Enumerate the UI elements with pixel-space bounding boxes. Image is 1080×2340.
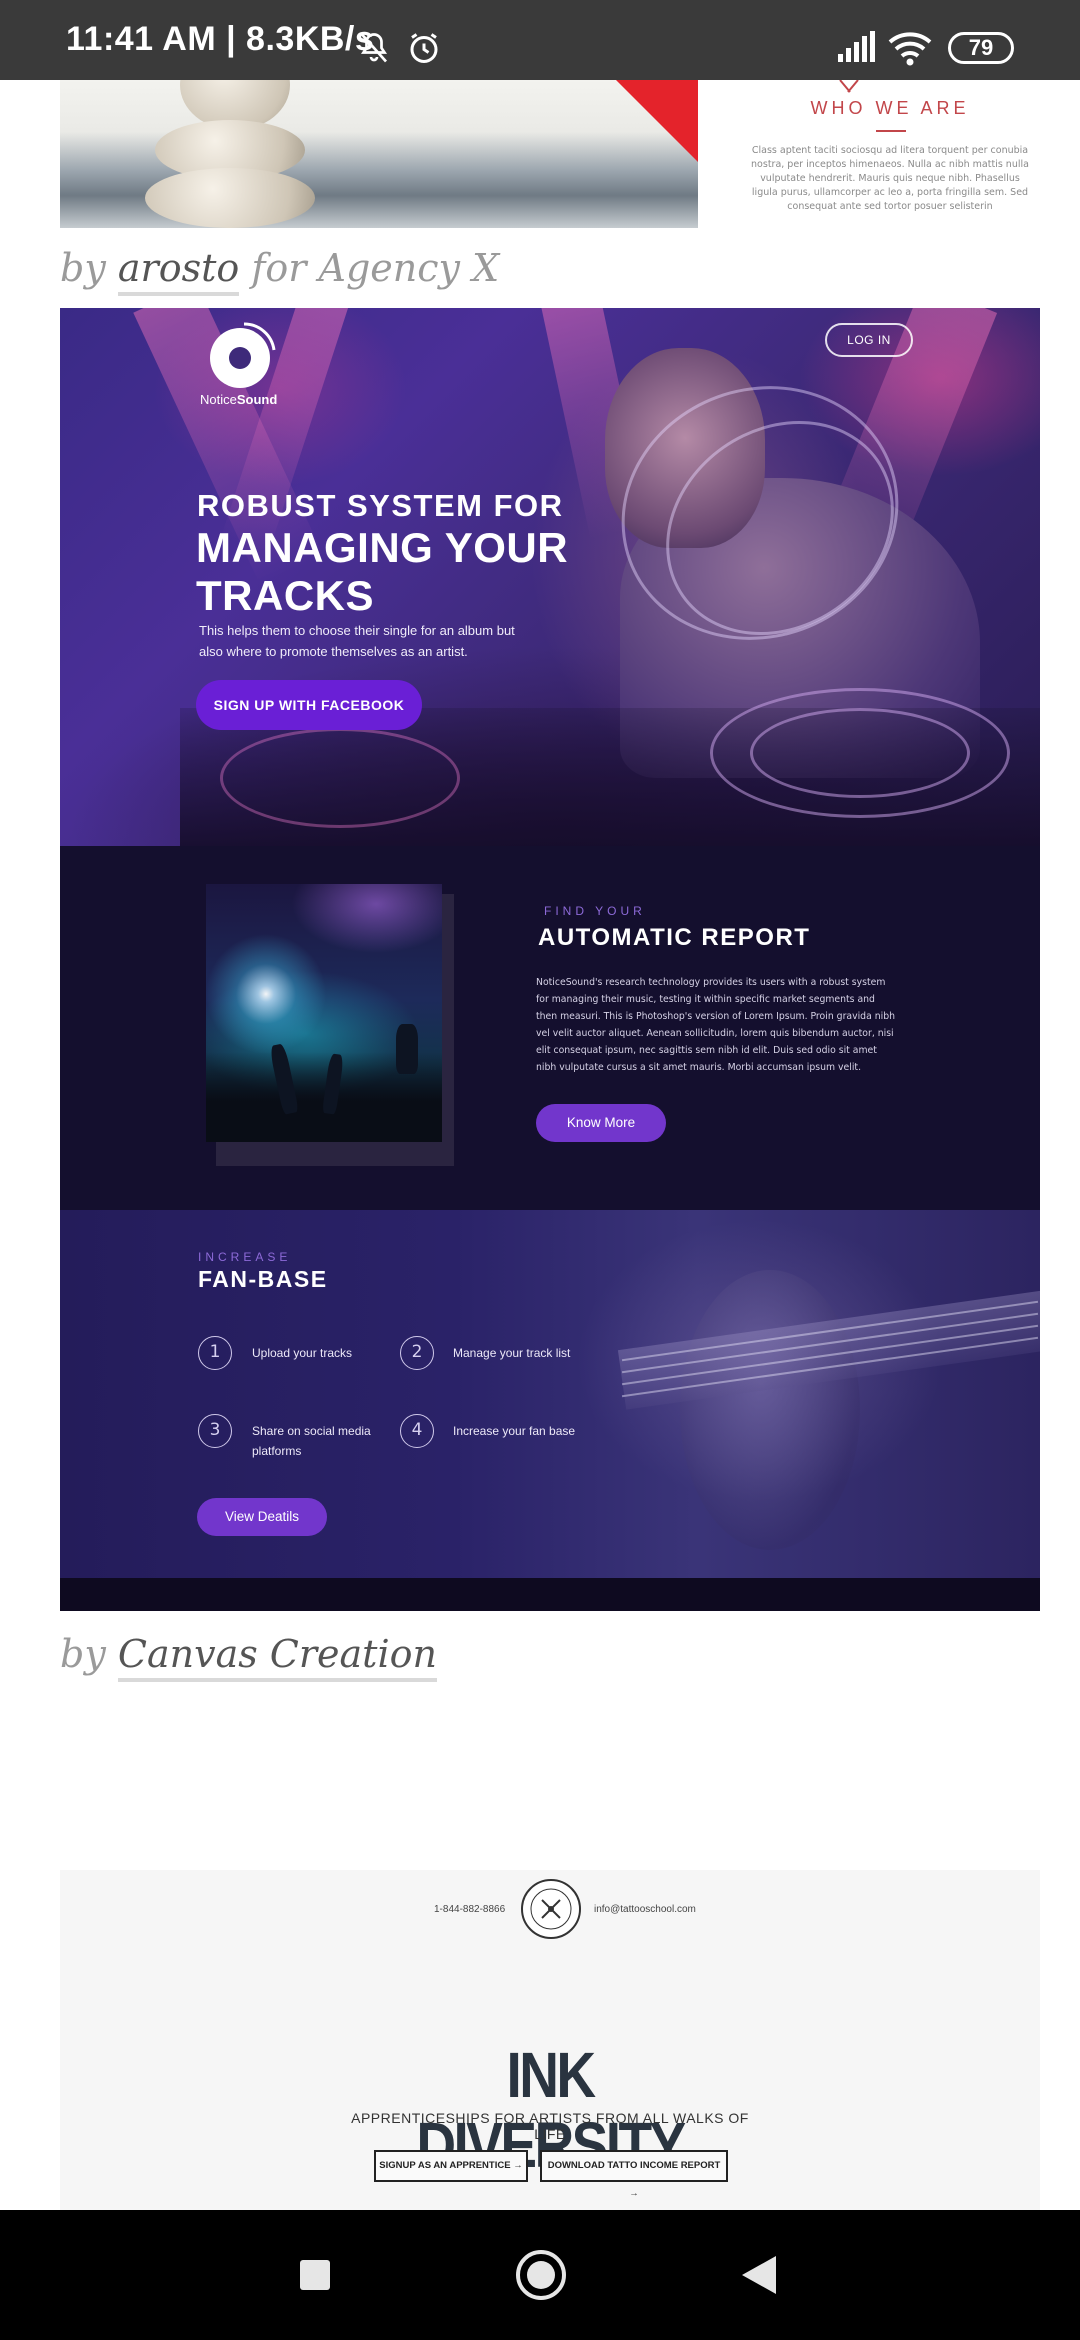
noticesound-logo-icon: [210, 322, 276, 388]
credit-agency-x: by arosto for Agency X: [60, 246, 500, 296]
status-bar: 11:41 AM | 8.3KB/s 79: [0, 0, 1080, 80]
step-2-label: Manage your track list: [453, 1346, 571, 1360]
showcase-ink-diversity-image[interactable]: 1-844-882-8866 info@tattooschool.com INK…: [60, 1870, 1040, 2210]
credit-canvas-creation: by Canvas Creation: [60, 1632, 437, 1682]
who-we-are-heading: WHO WE ARE: [810, 98, 970, 118]
mute-notifications-icon: [360, 33, 388, 63]
home-button-icon[interactable]: [516, 2250, 566, 2300]
download-report-button[interactable]: DOWNLOAD TATTO INCOME REPORT →: [540, 2150, 728, 2199]
signal-icon: [838, 31, 875, 62]
report-title: AUTOMATIC REPORT: [538, 924, 811, 951]
step-1-label: Upload your tracks: [252, 1346, 353, 1360]
author-link-canvas-creation[interactable]: Canvas Creation: [117, 1632, 437, 1682]
red-corner-decoration: [616, 80, 698, 162]
signup-facebook-button[interactable]: SIGN UP WITH FACEBOOK: [196, 680, 422, 730]
report-body: NoticeSound's research technology provid…: [536, 977, 895, 1073]
author-link-arosto[interactable]: arosto: [117, 246, 240, 296]
battery-indicator: 79: [948, 32, 1014, 64]
step-4-label: Increase your fan base: [453, 1424, 576, 1438]
showcase-noticesound-image[interactable]: NoticeSound LOG IN ROBUST SYSTEM FOR MAN…: [60, 308, 1040, 1611]
fan-base-section: INCREASE FAN-BASE 1 Upload your tracks 2…: [60, 1210, 1040, 1578]
status-time: 11:41 AM | 8.3KB/s: [66, 20, 375, 58]
hero-headline: MANAGING YOUR TRACKS: [196, 524, 569, 619]
who-we-are-divider: [876, 130, 906, 132]
step-3-label: Share on social media platforms: [252, 1424, 371, 1458]
ink-phone: 1-844-882-8866: [434, 1904, 506, 1915]
view-details-button[interactable]: View Deatils: [197, 1498, 327, 1536]
ink-diversity-subtitle: APPRENTICESHIPS FOR ARTISTS FROM ALL WAL…: [351, 2110, 749, 2142]
showcase-agency-x-image: WHO WE ARE Class aptent taciti sociosqu …: [60, 80, 1040, 228]
back-button-icon[interactable]: [742, 2256, 776, 2294]
credit-by: by: [60, 246, 106, 290]
recents-button-icon[interactable]: [300, 2260, 330, 2290]
fanbase-eyebrow: INCREASE: [198, 1250, 292, 1264]
noticesound-hero: NoticeSound LOG IN ROBUST SYSTEM FOR MAN…: [60, 308, 1040, 846]
step-2-number: 2: [400, 1336, 434, 1370]
step-4-number: 4: [400, 1414, 434, 1448]
credit-agency: for Agency X: [251, 246, 500, 290]
noticesound-footer-strip: [60, 1578, 1040, 1611]
article-content[interactable]: WHO WE ARE Class aptent taciti sociosqu …: [0, 80, 1080, 2210]
cross-decoration-icon: [839, 80, 859, 93]
who-we-are-text: Class aptent taciti sociosqu ad litera t…: [751, 145, 1029, 212]
tattoo-school-seal-logo-icon: [521, 1879, 581, 1939]
guitar-photo: [680, 1270, 860, 1550]
step-3-number: 3: [198, 1414, 232, 1448]
report-eyebrow: FIND YOUR: [544, 904, 646, 918]
step-1-number: 1: [198, 1336, 232, 1370]
know-more-button[interactable]: Know More: [536, 1104, 666, 1142]
automatic-report-section: FIND YOUR AUTOMATIC REPORT NoticeSound's…: [60, 846, 1040, 1210]
stone-stack-photo: [60, 80, 698, 228]
wifi-icon: [888, 32, 932, 66]
system-navigation-bar: [0, 2210, 1080, 2340]
signup-apprentice-button[interactable]: SIGNUP AS AN APPRENTICE →: [374, 2150, 528, 2182]
ink-email: info@tattooschool.com: [594, 1904, 696, 1915]
fanbase-title: FAN-BASE: [198, 1266, 328, 1292]
hero-subtext: This helps them to choose their single f…: [199, 623, 515, 659]
credit-by: by: [60, 1632, 106, 1676]
alarm-icon: [410, 33, 438, 63]
noticesound-logo-text: NoticeSound: [200, 392, 278, 407]
login-button[interactable]: LOG IN: [825, 323, 913, 357]
concert-photo: [206, 884, 442, 1142]
hero-headline-small: ROBUST SYSTEM FOR: [197, 488, 564, 523]
